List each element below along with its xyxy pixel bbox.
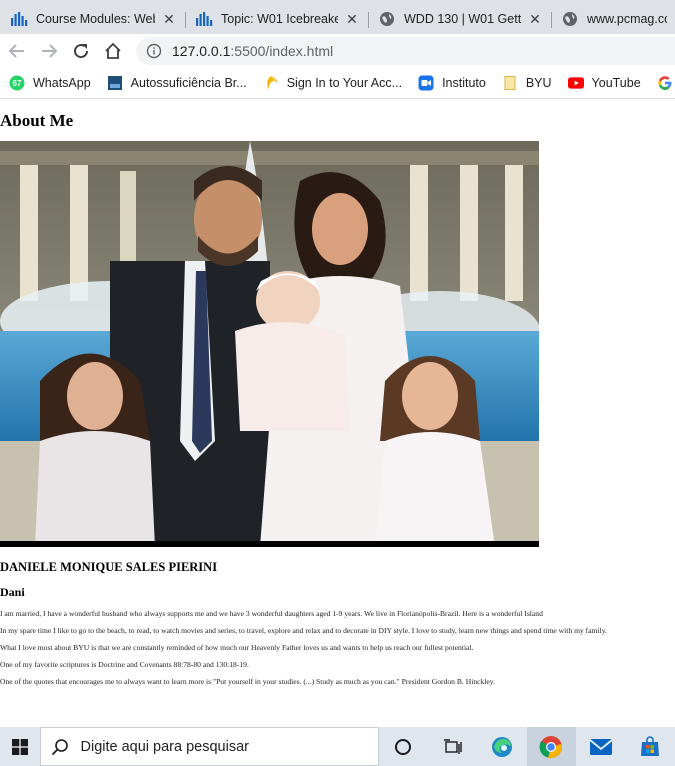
reload-button[interactable] <box>65 37 97 65</box>
start-button[interactable] <box>0 727 40 766</box>
bookmark-byu[interactable]: BYU <box>494 75 560 91</box>
arrow-right-icon <box>42 44 58 58</box>
url-host: 127.0.0.1 <box>172 43 231 59</box>
home-icon <box>105 42 121 59</box>
taskbar: Digite aqui para pesquisar <box>0 727 675 766</box>
store-icon <box>641 735 660 756</box>
tab-wdd130[interactable]: WDD 130 | W01 Getti ✕ <box>368 4 551 34</box>
tab-title: Course Modules: Web <box>36 12 155 26</box>
taskbar-mail[interactable] <box>576 727 625 766</box>
cortana-icon <box>395 738 412 755</box>
folder-icon <box>502 75 518 91</box>
search-placeholder: Digite aqui para pesquisar <box>80 738 249 755</box>
url-path: :5500/index.html <box>230 43 334 59</box>
whatsapp-badge: 67 <box>13 79 22 88</box>
bookmark-label: Instituto <box>442 76 486 90</box>
bookmark-label: YouTube <box>591 76 641 90</box>
tab-icebreaker[interactable]: Topic: W01 Icebreaker ✕ <box>185 4 368 34</box>
bar-chart-icon <box>195 10 213 28</box>
search-icon <box>51 738 68 755</box>
task-view-button[interactable] <box>428 727 477 766</box>
youtube-icon <box>567 75 584 91</box>
google-icon <box>657 75 673 91</box>
sign-in-icon <box>263 75 279 91</box>
tab-pcmag[interactable]: www.pcmag.com <box>551 4 675 34</box>
close-tab-icon[interactable]: ✕ <box>527 11 543 27</box>
bio-paragraph: One of the quotes that encourages me to … <box>0 677 495 686</box>
forward-button[interactable] <box>33 37 65 65</box>
arrow-left-icon <box>8 44 24 58</box>
tab-title: WDD 130 | W01 Getti <box>404 12 521 26</box>
bookmark-autossuficiencia[interactable]: Autossuficiência Br... <box>99 75 255 91</box>
reload-icon <box>74 44 89 59</box>
bookmark-label: BYU <box>525 76 552 90</box>
tab-strip: Course Modules: Web ✕ Topic: W01 Icebrea… <box>0 0 675 34</box>
bookmark-label: Autossuficiência Br... <box>130 76 247 90</box>
page-heading: About Me <box>0 111 74 130</box>
globe-icon <box>561 10 579 28</box>
chrome-icon <box>539 735 563 758</box>
tab-course-modules[interactable]: Course Modules: Web ✕ <box>0 4 185 34</box>
bookmark-sign-in[interactable]: Sign In to Your Acc... <box>255 75 410 91</box>
close-tab-icon[interactable]: ✕ <box>344 11 360 27</box>
instituto-icon <box>418 75 434 91</box>
family-photo <box>0 141 539 547</box>
bookmarks-bar: 67 WhatsApp Autossuficiência Br... Sign … <box>0 68 675 99</box>
bookmark-tra[interactable]: tra <box>649 75 675 91</box>
bio-paragraph: I am married, I have a wonderful husband… <box>0 609 543 618</box>
windows-icon <box>11 738 28 755</box>
close-tab-icon[interactable]: ✕ <box>161 11 177 27</box>
taskbar-edge[interactable] <box>477 727 526 766</box>
bar-chart-icon <box>10 10 28 28</box>
page-content: About Me DANIELE MONIQUE SALES PIERINI D… <box>0 99 675 727</box>
tab-title: www.pcmag.com <box>587 12 667 26</box>
back-button[interactable] <box>1 37 33 65</box>
bookmark-instituto[interactable]: Instituto <box>410 75 494 91</box>
mail-icon <box>589 738 613 755</box>
taskbar-chrome[interactable] <box>526 727 577 766</box>
info-icon <box>146 43 162 59</box>
nickname: Dani <box>0 585 25 599</box>
whatsapp-icon: 67 <box>9 75 25 91</box>
task-view-icon <box>443 738 462 754</box>
bookmark-whatsapp[interactable]: 67 WhatsApp <box>0 75 99 91</box>
bookmark-label: WhatsApp <box>33 76 91 90</box>
taskbar-search-input[interactable]: Digite aqui para pesquisar <box>39 727 379 766</box>
bio-paragraph: One of my favorite scriptures is Doctrin… <box>0 660 249 669</box>
home-button[interactable] <box>97 37 129 65</box>
bio-section: I am married, I have a wonderful husband… <box>0 609 675 694</box>
globe-icon <box>378 10 396 28</box>
cortana-button[interactable] <box>379 727 428 766</box>
edge-icon <box>492 736 513 757</box>
full-name: DANIELE MONIQUE SALES PIERINI <box>0 560 218 574</box>
browser-toolbar: 127.0.0.1:5500/index.html <box>0 34 675 68</box>
bio-paragraph: What I love most about BYU is that we ar… <box>0 643 474 652</box>
address-bar[interactable]: 127.0.0.1:5500/index.html <box>136 37 675 65</box>
bio-paragraph: In my spare time I like to go to the bea… <box>0 626 607 635</box>
autossuficiencia-icon <box>107 75 123 91</box>
tab-title: Topic: W01 Icebreaker <box>221 12 338 26</box>
taskbar-store[interactable] <box>626 727 675 766</box>
bookmark-label: Sign In to Your Acc... <box>286 76 403 90</box>
bookmark-youtube[interactable]: YouTube <box>560 75 649 91</box>
